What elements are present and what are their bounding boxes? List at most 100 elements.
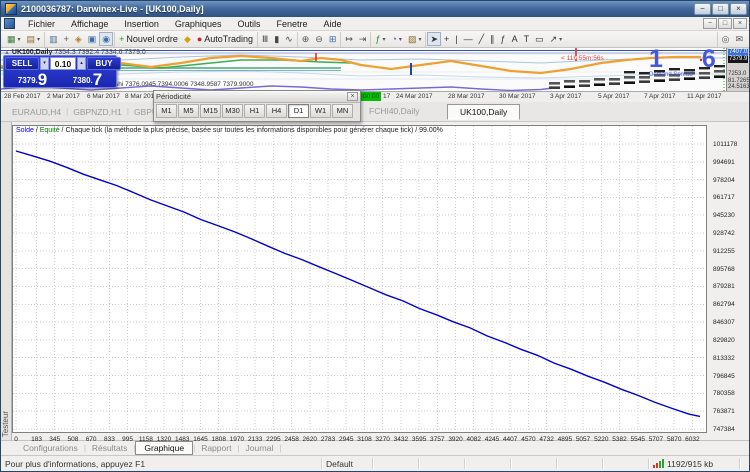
arrows-button[interactable]: ↗▾ (547, 32, 566, 46)
menu-insertion[interactable]: Insertion (116, 19, 167, 29)
tester-side-strip[interactable]: Testeur (1, 122, 12, 440)
y-axis-label: 928742 (713, 230, 735, 237)
timeframe-m15-button[interactable]: M15 (200, 104, 221, 118)
line-chart-button[interactable]: ∿ (282, 32, 296, 46)
tester-tab-r-sultats[interactable]: Résultats (86, 443, 133, 453)
equity-curve (13, 126, 706, 432)
volume-input[interactable] (50, 57, 76, 70)
data-window-button[interactable]: + (61, 32, 72, 46)
y-axis-label: 780358 (713, 390, 735, 397)
traffic-counter: 1192/915 kb (667, 459, 713, 469)
tester-tab-journal[interactable]: Journal (240, 443, 280, 453)
y-axis-label: 829820 (713, 337, 735, 344)
community-button[interactable]: ✉ (732, 32, 746, 46)
timeframe-h1-button[interactable]: H1 (244, 104, 265, 118)
zoom-in-button[interactable]: ⊕ (299, 32, 313, 46)
new-order-button[interactable]: +Nouvel ordre (116, 32, 181, 46)
tester-tab-configurations[interactable]: Configurations (17, 443, 84, 453)
menu-fichier[interactable]: Fichier (20, 19, 63, 29)
chart-tab-uk100-daily[interactable]: UK100,Daily (447, 104, 520, 120)
horizontal-line-button[interactable]: — (461, 32, 476, 46)
status-cell (511, 458, 557, 469)
text-button[interactable]: A (509, 32, 521, 46)
status-profile[interactable]: Default (322, 458, 373, 469)
zoom-out-icon: ⊖ (315, 33, 323, 45)
periodicity-title-bar[interactable]: Périodicité × (154, 91, 360, 103)
templates-button[interactable]: ▨▾ (405, 32, 425, 46)
community-icon: ✉ (735, 33, 743, 45)
timeframe-w1-button[interactable]: W1 (310, 104, 331, 118)
date-label: 6 Mar 2017 (87, 93, 120, 100)
sell-button[interactable]: SELL (5, 57, 39, 70)
strategy-tester-button[interactable]: ◉ (99, 32, 113, 46)
volume-step-down-button[interactable]: ▾ (40, 57, 49, 70)
metaeditor-button[interactable]: ◆ (181, 32, 194, 46)
menu-fenetre[interactable]: Fenetre (268, 19, 315, 29)
tester-tab-rapport[interactable]: Rapport (195, 443, 237, 453)
autotrading-button[interactable]: ●AutoTrading (194, 32, 256, 46)
minimize-button[interactable]: − (694, 3, 711, 15)
metaeditor-icon: ◆ (184, 33, 191, 45)
navigator-button[interactable]: ◈ (72, 32, 85, 46)
sell-price-main: 7379. (18, 76, 38, 86)
date-label: 11 Apr 2017 (687, 93, 722, 100)
timeframe-m30-button[interactable]: M30 (222, 104, 243, 118)
tile-windows-button[interactable]: ⊞ (326, 32, 340, 46)
child-maximize-button[interactable]: □ (718, 18, 732, 29)
timeframe-m5-button[interactable]: M5 (178, 104, 199, 118)
shapes-button[interactable]: ▭ (532, 32, 547, 46)
arrows-icon: ↗ (550, 33, 558, 45)
fibonacci-button[interactable]: ƒ (498, 32, 509, 46)
child-close-button[interactable]: × (733, 18, 747, 29)
maximize-button[interactable]: □ (712, 3, 729, 15)
buy-price: 7380. 7 (60, 70, 115, 88)
close-button[interactable]: × (730, 3, 747, 15)
new-order-icon: + (119, 33, 124, 45)
periods-button[interactable]: ◔▾ (388, 32, 404, 46)
menu-outils[interactable]: Outils (229, 19, 268, 29)
x-axis-label: 345 (49, 436, 60, 443)
profiles-button[interactable]: ▤▾ (24, 32, 44, 46)
volume-step-up-button[interactable]: ▴ (77, 57, 86, 70)
cursor-button[interactable]: ➤ (427, 32, 441, 46)
date-label: 28 Mar 2017 (448, 93, 485, 100)
indicators-button[interactable]: ƒ▾ (372, 32, 388, 46)
timeframe-m1-button[interactable]: M1 (156, 104, 177, 118)
text-label-button[interactable]: T (521, 32, 533, 46)
menu-graphiques[interactable]: Graphiques (167, 19, 230, 29)
date-label: 28 Feb 2017 (4, 93, 41, 100)
bar-chart-button[interactable]: Ⅲ (259, 32, 271, 46)
chart-shift-button[interactable]: ⇥ (356, 32, 370, 46)
auto-scroll-button[interactable]: ↦ (342, 32, 356, 46)
market-watch-button[interactable]: ▥ (46, 32, 61, 46)
candlestick-chart-button[interactable]: ▮ (271, 32, 282, 46)
trendline-button[interactable]: ╱ (476, 32, 487, 46)
terminal-button[interactable]: ▣ (85, 32, 100, 46)
child-minimize-button[interactable]: − (703, 18, 717, 29)
y-axis-label: 846307 (713, 319, 735, 326)
x-axis-label: 0 (14, 436, 18, 443)
close-icon[interactable]: × (347, 92, 358, 101)
zoom-out-button[interactable]: ⊖ (312, 32, 326, 46)
toolbar-group: ▦▾▤▾ (3, 32, 44, 47)
menu-aide[interactable]: Aide (316, 19, 350, 29)
chevron-down-icon: ▾ (37, 36, 40, 43)
chart-tab-euraud-h4[interactable]: EURAUD,H4 (7, 107, 66, 117)
toolbar: ▦▾▤▾▥+◈▣◉+Nouvel ordre◆●AutoTradingⅢ▮∿⊕⊖… (1, 31, 749, 48)
equidistant-channel-button[interactable]: ∥ (487, 32, 498, 46)
vertical-line-button[interactable]: | (452, 32, 460, 46)
tester-graph-header: Solde / Equité / Chaque tick (la méthode… (16, 127, 443, 134)
timeframe-h4-button[interactable]: H4 (266, 104, 287, 118)
crosshair-button[interactable]: + (441, 32, 452, 46)
date-label: 24 Mar 2017 (396, 93, 433, 100)
menu-bar: FichierAffichageInsertionGraphiquesOutil… (1, 17, 749, 31)
search-button[interactable]: ◎ (719, 32, 733, 46)
chart-tab-fchi40-daily[interactable]: FCHI40,Daily (369, 106, 420, 116)
chart-tab-gbpnzd-h1[interactable]: GBPNZD,H1 (68, 107, 127, 117)
timeframe-d1-button[interactable]: D1 (288, 104, 309, 118)
status-cell (373, 458, 419, 469)
new-chart-button[interactable]: ▦▾ (4, 32, 24, 46)
buy-button[interactable]: BUY (87, 57, 121, 70)
menu-affichage[interactable]: Affichage (63, 19, 116, 29)
timeframe-mn-button[interactable]: MN (332, 104, 353, 118)
